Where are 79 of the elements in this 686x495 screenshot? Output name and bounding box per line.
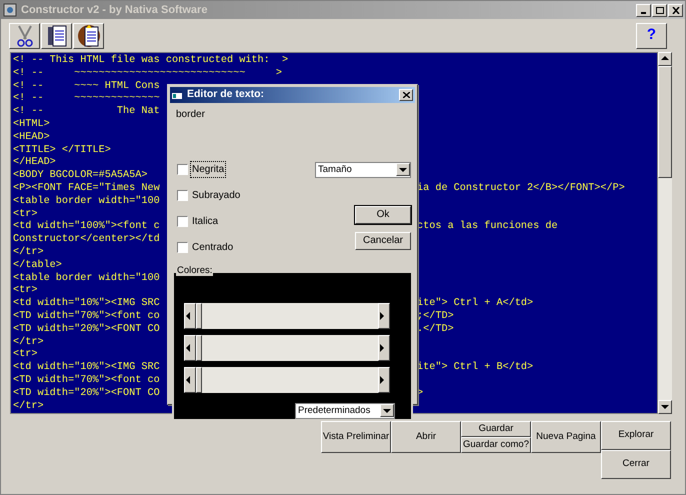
maximize-button[interactable] [652, 4, 667, 16]
close-button[interactable] [668, 4, 683, 16]
code-line: </table> [13, 260, 62, 271]
code-line: <table border width="100 [13, 272, 160, 284]
toolbar-action-button[interactable]: Nueva Pagina [531, 421, 601, 453]
code-line: <! -- ~~~~~~~~~~~~~~~~~~~~~~~~~~~~ > [13, 68, 282, 81]
close-icon [402, 92, 410, 98]
checkbox-option[interactable]: Subrayado [177, 188, 242, 204]
code-line: <tr> [13, 285, 38, 296]
checkbox[interactable] [177, 216, 188, 228]
slider-thumb[interactable] [196, 302, 202, 329]
paste-button[interactable] [73, 22, 104, 48]
code-line: <TD width="20%"><FONT CO [13, 388, 160, 399]
code-line: <HTML> [13, 118, 50, 130]
app-icon [3, 3, 17, 17]
code-line: <TITLE> </TITLE> [13, 144, 111, 156]
code-line: <! -- This HTML file was constructed with: > [13, 55, 288, 68]
checkbox-option[interactable]: Centrado [177, 240, 234, 256]
close-button[interactable] [399, 88, 413, 101]
code-line: <HEAD> [13, 132, 50, 143]
dropdown[interactable]: Predeterminados [295, 402, 395, 419]
action-button[interactable]: Explorar [601, 421, 671, 450]
colors-label: Colores: [176, 264, 214, 276]
toolbar-action-button[interactable]: Abrir [391, 421, 461, 453]
window-title: Constructor v2 - by Nativa Software [21, 2, 208, 18]
slider-thumb[interactable] [196, 334, 202, 361]
code-line: </tr> [13, 400, 44, 412]
code-line: <BODY BGCOLOR=#5A5A5A> [13, 170, 148, 182]
code-line: <td width="10%"><IMG SRC [13, 298, 160, 310]
color-slider[interactable] [184, 302, 390, 329]
ok-button[interactable]: Ok [355, 206, 411, 224]
dropdown[interactable]: Tamaño [315, 162, 411, 178]
close-icon [672, 6, 680, 14]
code-line: ite"> Ctrl + A</td> [417, 298, 534, 310]
cancel-button[interactable]: Cancelar [355, 232, 411, 250]
code-line: </HEAD> [13, 157, 56, 168]
minimize-button[interactable] [636, 4, 651, 16]
clipboard-icon [76, 24, 100, 48]
action-button[interactable]: Cerrar [601, 450, 671, 479]
caret-down-icon [660, 402, 670, 412]
code-line: .</TD> [417, 324, 454, 337]
preview-text: border [176, 108, 205, 121]
code-line: ite"> Ctrl + B</td> [417, 362, 534, 375]
code-line: <table border width="100 [13, 196, 160, 207]
code-line: <! -- ~~~~ HTML Cons [13, 80, 160, 92]
code-line: <! -- ~~~~~~~~~~~~~~ [13, 93, 160, 104]
code-line: <tr> [13, 208, 38, 220]
checkbox[interactable] [177, 242, 188, 254]
code-line: Constructor</center></td [13, 234, 160, 246]
toolbar-action-button[interactable]: Vista Preliminar [321, 421, 391, 453]
help-button[interactable]: ? [636, 22, 667, 48]
checkbox-option[interactable]: Negrita [177, 162, 226, 178]
color-slider[interactable] [184, 334, 390, 361]
code-line: <TD width="70%"><font co [13, 310, 160, 322]
scissors-icon [14, 24, 34, 46]
maximize-icon [656, 6, 664, 14]
color-slider[interactable] [184, 366, 390, 393]
code-line: <td width="100%"><font c [13, 221, 160, 232]
code-line: <TD width="20%"><FONT CO [13, 324, 160, 335]
code-line: <td width="10%"><IMG SRC [13, 362, 160, 374]
save-button[interactable]: Guardar como? [461, 437, 531, 453]
code-line: <P><FONT FACE="Times New [13, 182, 160, 194]
code-line: </tr> [13, 246, 44, 258]
dialog-title: Editor de texto: [187, 87, 264, 102]
code-line: </tr> [13, 336, 44, 348]
cut-button[interactable] [9, 22, 40, 48]
code-line: <! -- The Nat [13, 106, 160, 118]
checkbox-option[interactable]: Italica [177, 214, 220, 230]
slider-thumb[interactable] [196, 366, 202, 393]
save-button[interactable]: Guardar [461, 421, 531, 437]
code-line: <tr> [13, 349, 38, 360]
document-icon [46, 24, 66, 46]
document-button[interactable] [41, 22, 72, 48]
checkbox[interactable] [177, 190, 188, 202]
checkbox[interactable] [177, 164, 188, 176]
window-icon [172, 90, 183, 100]
code-line: <TD width="70%"><font co [13, 374, 160, 386]
code-line: ;</TD> [417, 310, 454, 324]
vertical-scrollbar[interactable] [658, 52, 672, 414]
